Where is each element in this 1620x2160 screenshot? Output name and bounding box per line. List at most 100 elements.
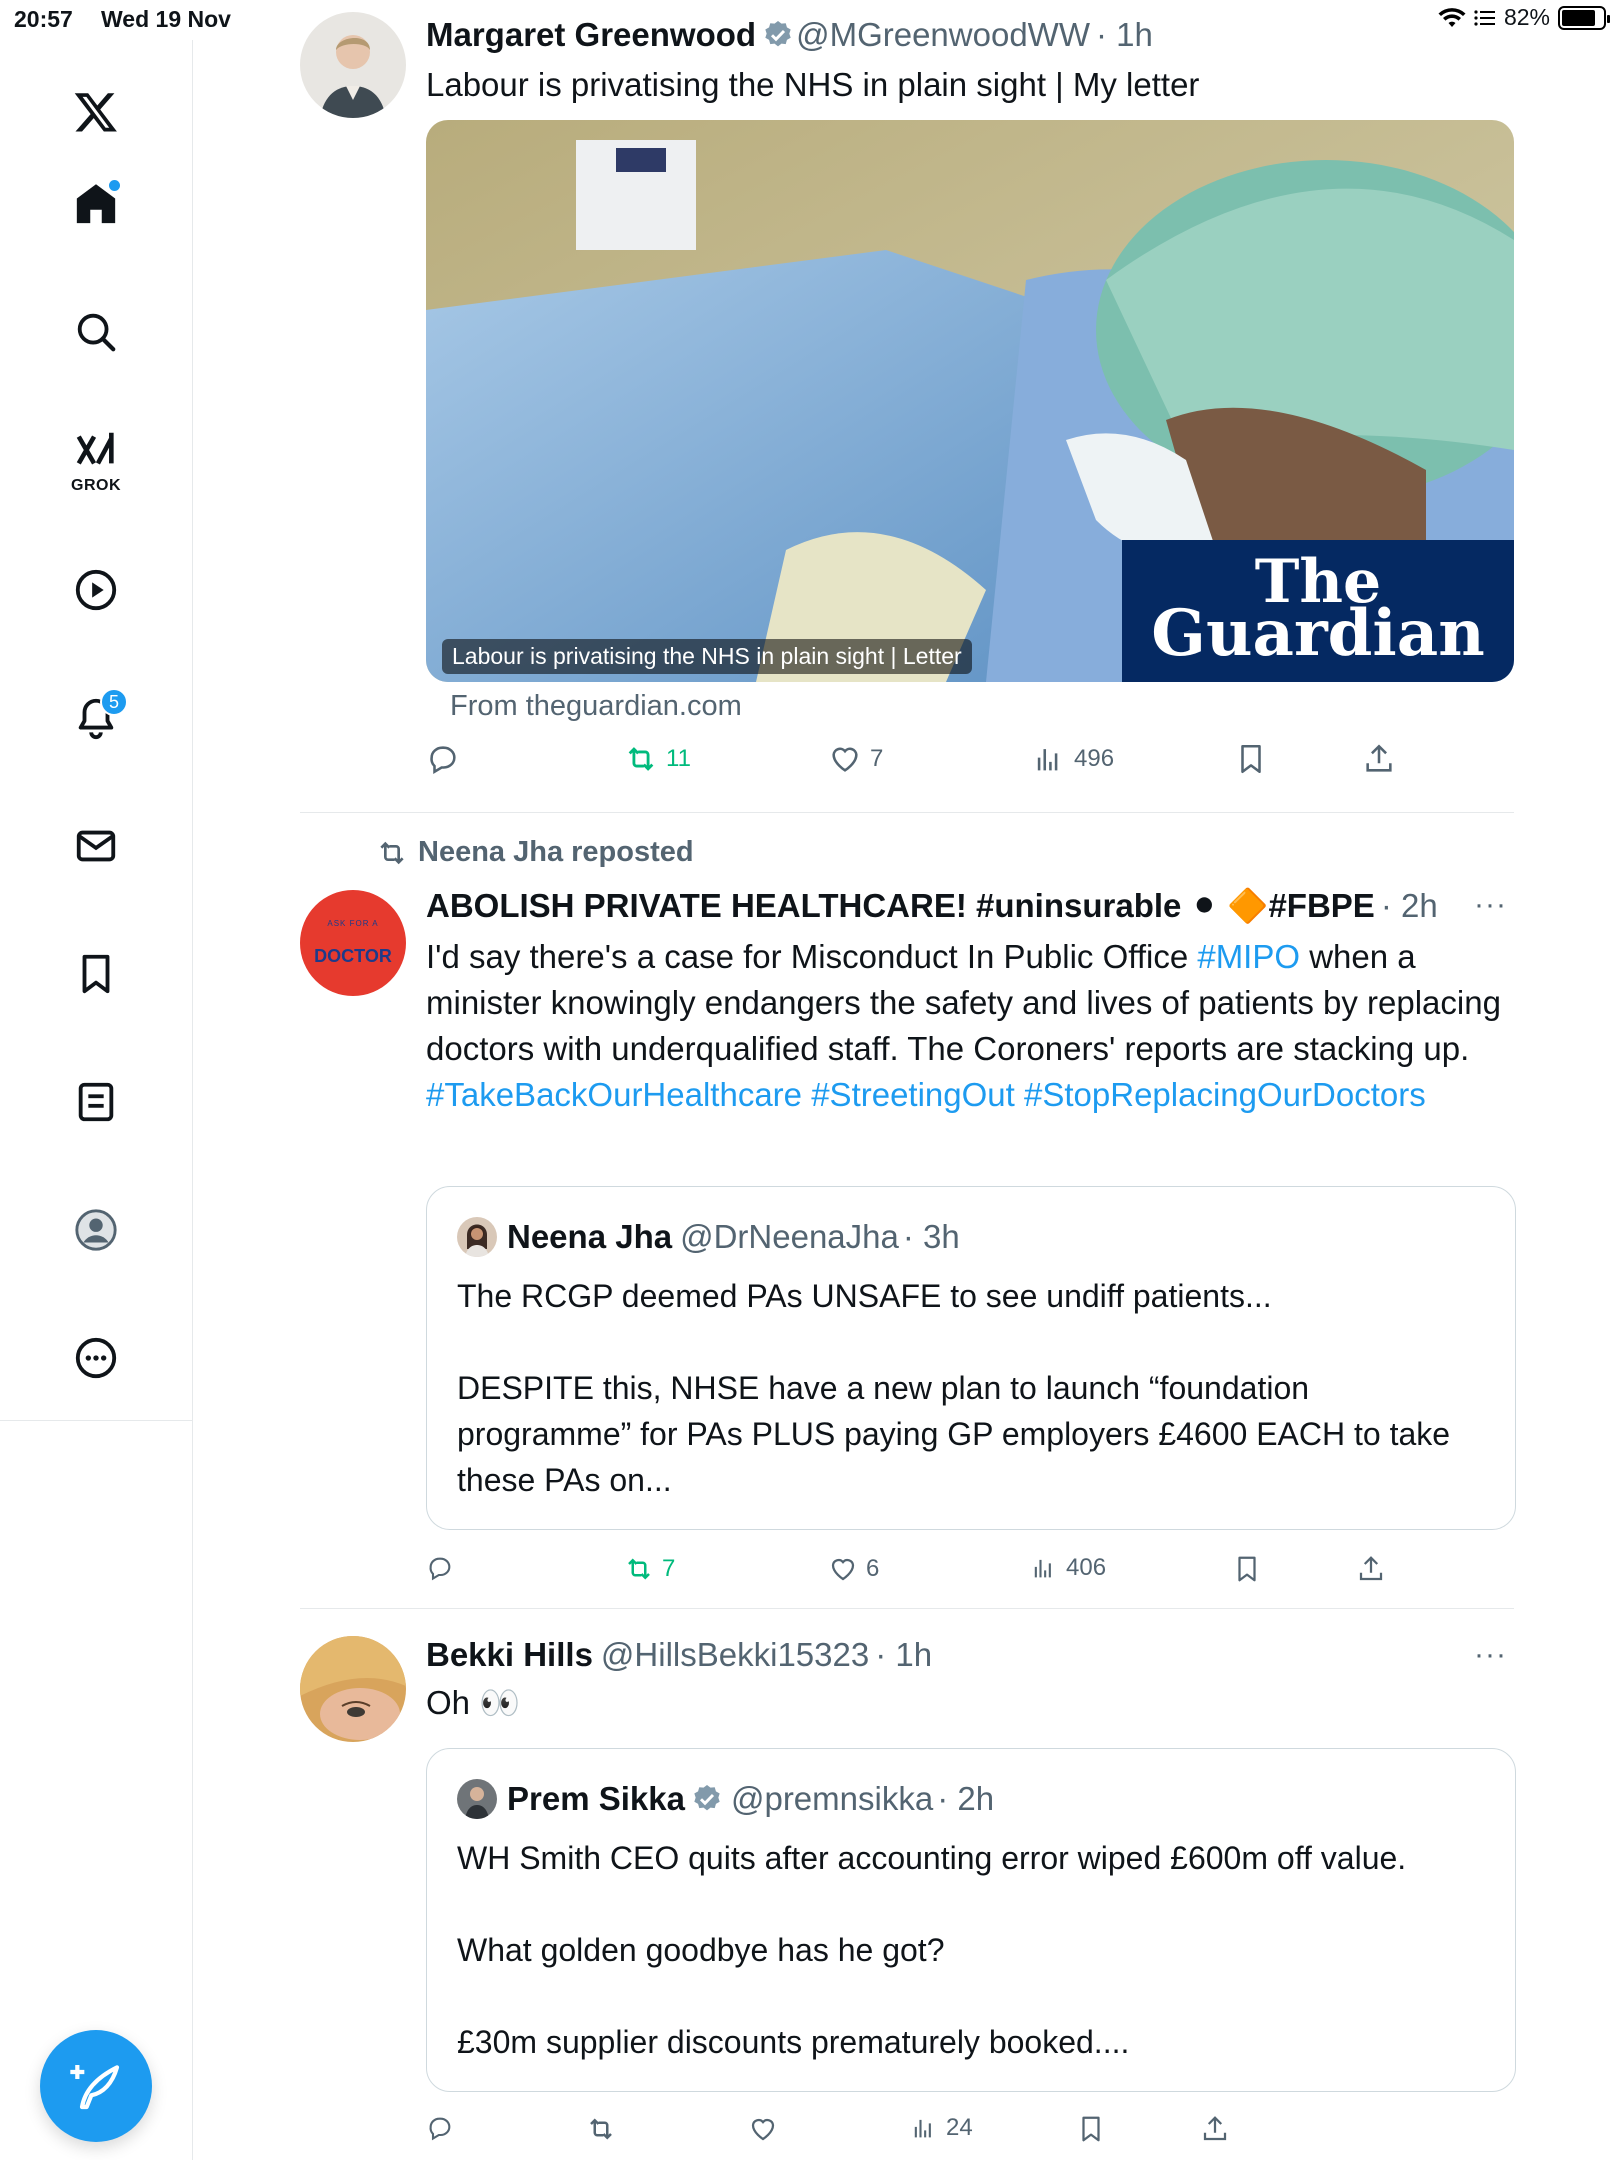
grok-label: GROK [71, 477, 121, 494]
views-icon [1037, 749, 1058, 771]
repost-button[interactable]: 7 [624, 1554, 675, 1584]
reply-button[interactable] [426, 2114, 462, 2142]
messages-icon[interactable] [70, 820, 122, 872]
sidebar: GROK 5 [0, 40, 193, 2160]
lists-icon[interactable] [70, 1076, 122, 1128]
bookmark-icon [1241, 744, 1261, 774]
card-caption: Labour is privatising the NHS in plain s… [442, 639, 972, 674]
more-options-button[interactable]: ··· [1474, 1638, 1514, 1672]
avatar[interactable] [300, 12, 406, 118]
bookmarks-icon[interactable] [70, 948, 122, 1000]
quote-author-name[interactable]: Neena Jha [507, 1218, 672, 1256]
reply-button[interactable] [426, 742, 468, 776]
status-date: Wed 19 Nov [101, 6, 231, 32]
like-count: 7 [870, 745, 884, 772]
tweet-time[interactable]: · 1h [875, 1636, 932, 1674]
repost-button[interactable]: 11 [624, 742, 691, 776]
compose-feather-icon [70, 2065, 120, 2110]
notifications-icon[interactable]: 5 [70, 688, 128, 744]
repost-count: 7 [662, 1555, 676, 1582]
hashtag-link[interactable]: #TakeBackOurHealthcare [426, 1076, 802, 1113]
views-count: 24 [946, 2114, 973, 2141]
views-icon [914, 2119, 931, 2138]
tweet-actions: 24 [426, 2114, 1426, 2158]
more-icon[interactable] [70, 1332, 122, 1384]
author-handle[interactable]: @HillsBekki15323 [601, 1636, 869, 1674]
quote-author-handle[interactable]: @DrNeenaJha [680, 1218, 899, 1256]
share-icon [1366, 744, 1392, 772]
battery-level [1562, 9, 1595, 26]
tweet-text: Oh 👀 [426, 1684, 521, 1721]
quoted-tweet[interactable]: Neena Jha @DrNeenaJha · 3h The RCGP deem… [426, 1186, 1516, 1530]
card-source[interactable]: From theguardian.com [450, 690, 742, 723]
hashtag-link[interactable]: #MIPO [1197, 938, 1300, 975]
home-icon[interactable] [70, 178, 122, 230]
quote-text: WH Smith CEO quits after accounting erro… [457, 1840, 1407, 2060]
tweet-time[interactable]: · 1h [1096, 16, 1153, 54]
status-indicators: 82% [1438, 4, 1610, 31]
x-logo-icon[interactable] [70, 86, 122, 138]
battery-percent: 82% [1503, 4, 1550, 30]
quote-time[interactable]: · 2h [937, 1780, 994, 1818]
author-name[interactable]: Bekki Hills [426, 1636, 593, 1674]
repost-by-label: Neena Jha reposted [418, 836, 694, 868]
author-name[interactable]: Margaret Greenwood [426, 16, 756, 54]
bookmark-button[interactable] [1076, 2114, 1106, 2144]
repost-icon [590, 2118, 612, 2140]
profile-icon[interactable] [70, 1204, 122, 1256]
hashtag-link[interactable]: #StopReplacingOurDoctors [1024, 1076, 1426, 1113]
list-status-icon [1474, 9, 1495, 26]
views-button[interactable]: 406 [1030, 1554, 1106, 1582]
hashtag-link[interactable]: #StreetingOut [811, 1076, 1015, 1113]
author-handle[interactable]: @MGreenwoodWW [796, 16, 1090, 54]
quote-avatar[interactable] [457, 1779, 497, 1819]
like-button[interactable]: 6 [828, 1554, 879, 1584]
quote-time[interactable]: · 3h [903, 1218, 960, 1256]
avatar[interactable] [300, 1636, 406, 1742]
share-button[interactable] [1200, 2114, 1230, 2144]
video-icon[interactable] [70, 564, 122, 616]
tweet-time[interactable]: · 2h [1381, 887, 1438, 925]
grok-icon[interactable] [70, 424, 122, 476]
like-button[interactable]: 7 [828, 742, 883, 776]
reply-icon [429, 1557, 451, 1581]
quote-avatar[interactable] [457, 1217, 497, 1257]
quoted-tweet[interactable]: Prem Sikka @premnsikka · 2h WH Smith CEO… [426, 1748, 1516, 2092]
views-count: 496 [1074, 745, 1115, 772]
quote-author-handle[interactable]: @premnsikka [731, 1780, 933, 1818]
tweet-text: Labour is privatising the NHS in plain s… [426, 66, 1200, 103]
repost-icon [628, 747, 654, 771]
tweet-actions: 7 6 406 [426, 1554, 1426, 1598]
like-count: 6 [866, 1555, 880, 1582]
bookmark-icon [1238, 1556, 1256, 1582]
compose-button[interactable] [40, 2030, 152, 2142]
avatar-text-top: ASK FOR A [327, 919, 379, 928]
heart-icon [831, 1558, 855, 1581]
tweet-divider [300, 1608, 1514, 1609]
share-button[interactable] [1362, 742, 1396, 776]
author-name[interactable]: ABOLISH PRIVATE HEALTHCARE! #uninsurable… [426, 886, 1375, 926]
bookmark-button[interactable] [1232, 1554, 1262, 1584]
avatar[interactable]: ASK FOR A DOCTOR [300, 890, 406, 996]
search-icon[interactable] [70, 306, 122, 358]
reply-button[interactable] [426, 1554, 462, 1582]
like-button[interactable] [748, 2114, 786, 2144]
share-button[interactable] [1356, 1554, 1386, 1584]
bookmark-button[interactable] [1234, 742, 1268, 776]
heart-icon [751, 2118, 775, 2141]
more-options-button[interactable]: ··· [1474, 888, 1514, 922]
reply-icon [430, 746, 456, 775]
share-icon [1203, 2116, 1227, 2141]
quote-author-name[interactable]: Prem Sikka [507, 1780, 685, 1818]
bookmark-icon [1082, 2116, 1100, 2142]
repost-attribution[interactable]: Neena Jha reposted [376, 836, 694, 869]
repost-button[interactable] [586, 2114, 624, 2144]
heart-icon [832, 747, 858, 772]
views-button[interactable]: 24 [910, 2114, 973, 2142]
tweet-header: ABOLISH PRIVATE HEALTHCARE! #uninsurable… [426, 886, 1516, 926]
battery-icon [1558, 5, 1610, 30]
link-card-image[interactable]: Labour is privatising the NHS in plain s… [426, 120, 1514, 682]
views-button[interactable]: 496 [1032, 742, 1114, 776]
repost-icon [380, 841, 404, 864]
tweet-header: Margaret Greenwood @MGreenwoodWW · 1h [426, 16, 1153, 54]
